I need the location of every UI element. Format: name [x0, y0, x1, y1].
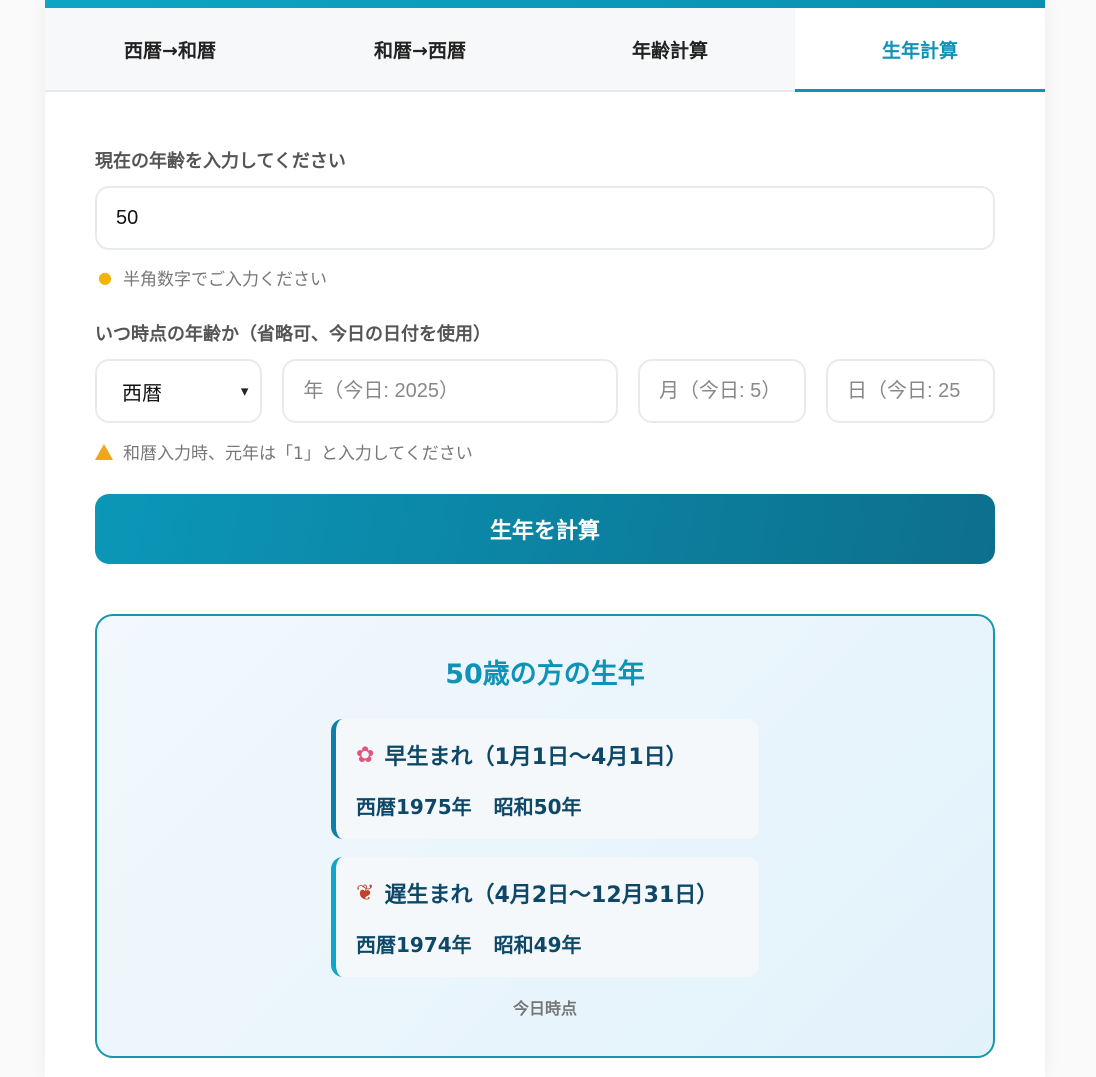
era-warning: 和暦入力時、元年は「1」と入力してください: [95, 439, 995, 464]
age-label: 現在の年齢を入力してください: [95, 151, 346, 172]
tab-japanese-to-western[interactable]: 和暦→西暦: [295, 8, 545, 90]
warning-icon: [95, 443, 113, 460]
day-input[interactable]: [826, 359, 995, 423]
era-select[interactable]: 西暦 ▾: [95, 359, 263, 423]
month-input[interactable]: [638, 359, 806, 423]
fallen-leaf-icon: ❦: [356, 880, 375, 906]
age-hint-text: 半角数字でご入力ください: [123, 270, 327, 290]
late-born-heading: 遅生まれ（4月2日〜12月31日）: [384, 883, 719, 908]
late-western-year: 西暦1974年: [356, 933, 472, 957]
early-born-heading: 早生まれ（1月1日〜4月1日）: [384, 745, 688, 770]
main-card: 西暦→和暦 和暦→西暦 年齢計算 生年計算 現在の年齢を入力してください ● 半…: [45, 0, 1045, 1077]
late-born-card: ❦ 遅生まれ（4月2日〜12月31日） 西暦1974年 昭和49年: [331, 857, 759, 977]
tab-birth-year-calc[interactable]: 生年計算: [795, 8, 1045, 92]
result-panel: 50歳の方の生年 ✿ 早生まれ（1月1日〜4月1日） 西暦1975年 昭和50年 …: [95, 614, 995, 1058]
age-hint: ● 半角数字でご入力ください: [95, 265, 995, 290]
tab-bar: 西暦→和暦 和暦→西暦 年齢計算 生年計算: [45, 8, 1045, 92]
tab-age-calc[interactable]: 年齢計算: [545, 8, 795, 90]
date-label: いつ時点の年齢か（省略可、今日の日付を使用）: [95, 324, 491, 345]
top-accent-bar: [45, 0, 1045, 8]
tab-western-to-japanese[interactable]: 西暦→和暦: [45, 8, 295, 90]
form-section: 現在の年齢を入力してください ● 半角数字でご入力ください いつ時点の年齢か（省…: [45, 92, 1045, 1058]
early-japanese-year: 昭和50年: [493, 795, 582, 819]
result-footnote: 今日時点: [512, 999, 577, 1018]
early-western-year: 西暦1975年: [356, 795, 472, 819]
year-input[interactable]: [282, 359, 618, 423]
result-title: 50歳の方の生年: [445, 659, 645, 690]
era-warning-text: 和暦入力時、元年は「1」と入力してください: [123, 444, 473, 464]
calculate-birth-year-button[interactable]: 生年を計算: [95, 494, 995, 564]
chevron-down-icon: ▾: [240, 383, 249, 400]
date-input-row: 西暦 ▾: [95, 359, 995, 423]
late-japanese-year: 昭和49年: [493, 933, 582, 957]
era-select-value: 西暦: [122, 382, 162, 405]
cherry-blossom-icon: ✿: [356, 742, 375, 768]
lightbulb-icon: ●: [98, 268, 112, 287]
early-born-card: ✿ 早生まれ（1月1日〜4月1日） 西暦1975年 昭和50年: [331, 719, 759, 839]
age-input[interactable]: [95, 186, 995, 250]
